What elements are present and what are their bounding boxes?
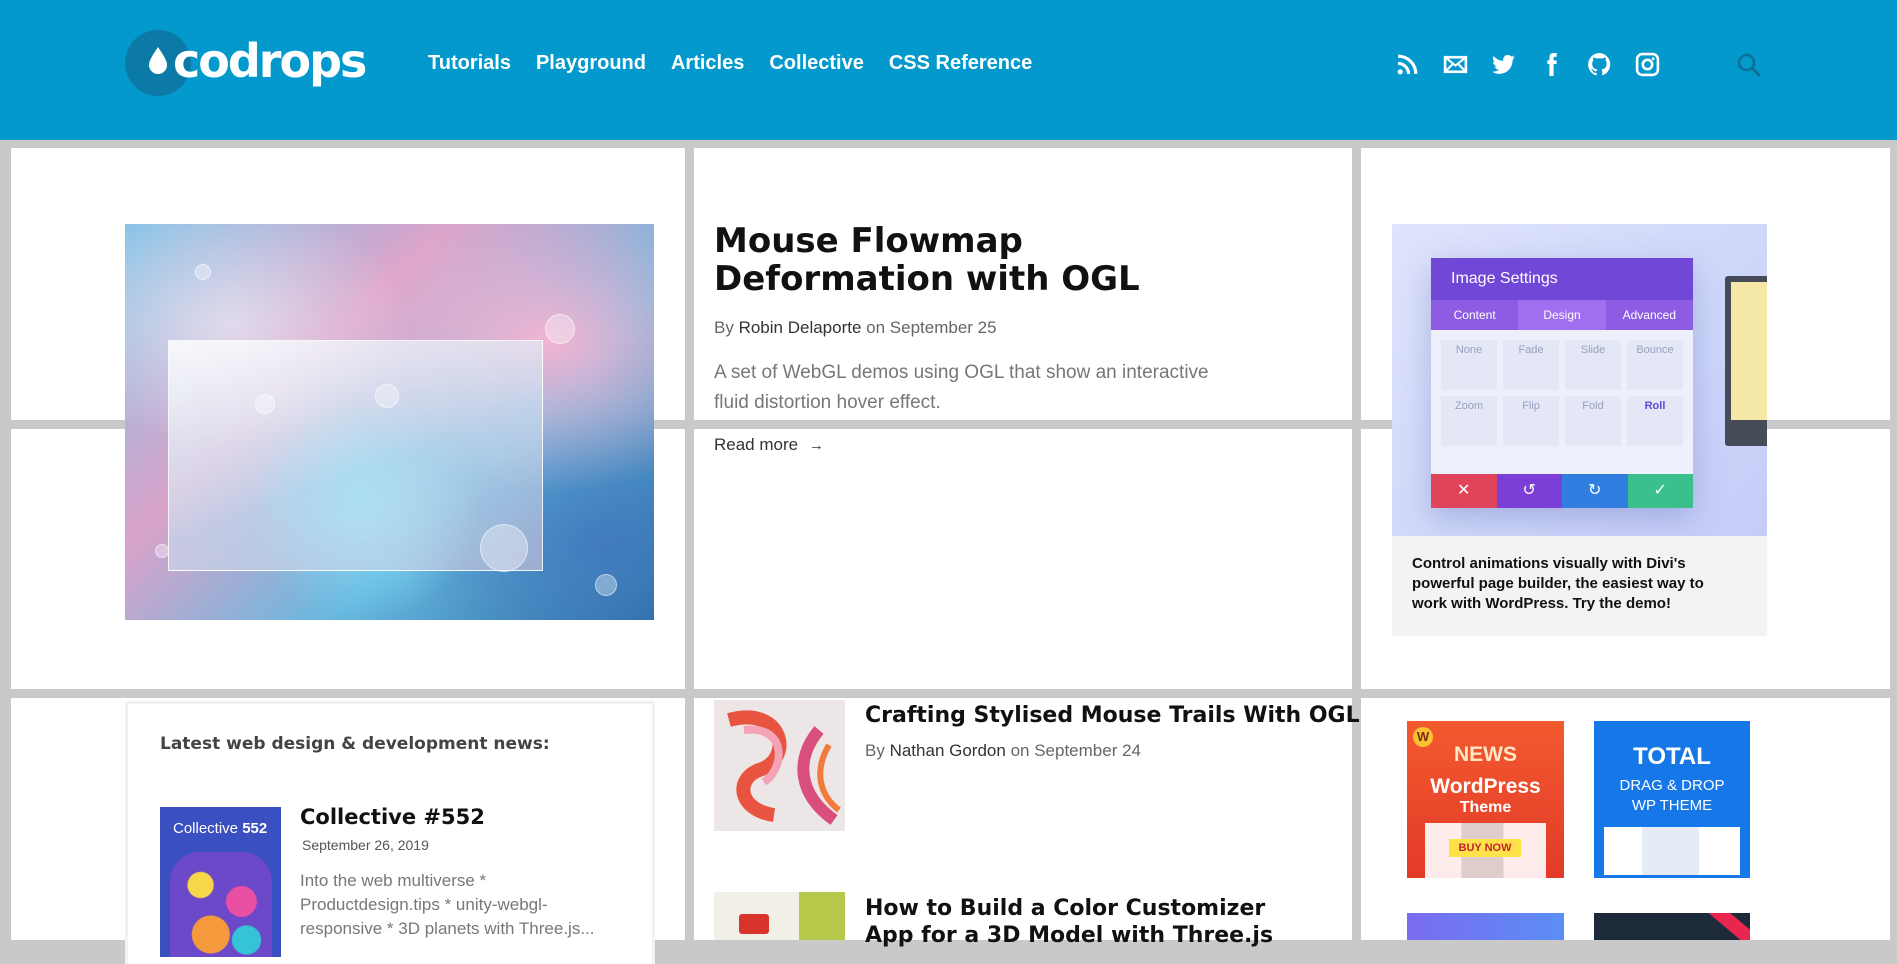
panel-title: Image Settings (1431, 258, 1693, 300)
mail-icon[interactable] (1443, 52, 1468, 77)
cell-fold: Fold (1565, 396, 1621, 446)
codrops-logo[interactable]: codrops (125, 28, 367, 98)
panel-tabs: Content Design Advanced (1431, 300, 1693, 330)
featured-article-title[interactable]: Mouse Flowmap Deformation with OGL (714, 222, 1274, 298)
monitor-graphic (1725, 276, 1767, 446)
main-nav: Tutorials Playground Articles Collective… (428, 52, 1032, 75)
github-icon[interactable] (1587, 52, 1612, 77)
divi-ad-image: Image Settings Content Design Advanced N… (1392, 224, 1767, 536)
new-badge (1702, 913, 1750, 940)
author-link[interactable]: Robin Delaporte (739, 318, 862, 337)
promo-line3: WP THEME (1631, 797, 1713, 814)
close-icon: ✕ (1431, 474, 1497, 508)
collective-badge-label: Collective (173, 820, 239, 837)
promo-partial-right[interactable] (1594, 913, 1750, 940)
collective-badge: Collective 552 (173, 820, 267, 837)
tab-advanced: Advanced (1622, 308, 1676, 322)
drop-icon (149, 47, 167, 74)
water-drop (480, 524, 528, 572)
read-more-link[interactable]: Read more → (714, 435, 824, 455)
promo-line2: WordPress (1430, 775, 1541, 798)
cell-roll: Roll (1627, 396, 1683, 446)
meta-by: By (714, 318, 734, 337)
check-icon: ✓ (1627, 474, 1693, 508)
nav-articles[interactable]: Articles (671, 52, 744, 75)
site-header: codrops Tutorials Playground Articles Co… (0, 0, 1897, 140)
cell-bounce: Bounce (1627, 340, 1683, 390)
social-links (1395, 52, 1660, 77)
tab-content: Content (1453, 308, 1496, 322)
cell-slide: Slide (1565, 340, 1621, 390)
panel-mid-middle (694, 429, 1352, 689)
post-title[interactable]: Crafting Stylised Mouse Trails With OGL (865, 703, 1360, 728)
facebook-icon[interactable] (1539, 52, 1564, 77)
mouse-trails-artwork (727, 710, 841, 825)
cell-fade: Fade (1503, 340, 1559, 390)
promo-line3: Theme (1459, 799, 1512, 816)
post-title[interactable]: How to Build a Color Customizer App for … (865, 895, 1305, 949)
promo-news-wordpress-theme[interactable]: W NEWS WordPress Theme BUY NOW (1407, 721, 1564, 878)
promo-line1: TOTAL (1633, 743, 1711, 770)
post-thumbnail[interactable] (714, 892, 845, 940)
buy-now-button: BUY NOW (1449, 839, 1521, 857)
water-drop (155, 544, 169, 558)
arrow-right-icon: → (808, 437, 824, 454)
nav-css-reference[interactable]: CSS Reference (889, 52, 1032, 75)
nav-collective[interactable]: Collective (769, 52, 863, 75)
collective-badge-number: 552 (242, 820, 268, 837)
water-drop (195, 264, 211, 280)
collective-excerpt: Into the web multiverse * Productdesign.… (300, 871, 595, 938)
water-drop (545, 314, 575, 344)
water-drop (595, 574, 617, 596)
collective-date: September 26, 2019 (302, 837, 429, 853)
collective-artwork (170, 852, 272, 957)
search-icon[interactable] (1736, 52, 1762, 78)
instagram-icon[interactable] (1635, 52, 1660, 77)
meta-date: on September 24 (1010, 741, 1141, 760)
read-more-label: Read more (714, 435, 799, 454)
post-meta: By Nathan Gordon on September 24 (865, 741, 1141, 761)
redo-icon: ↻ (1562, 474, 1628, 508)
author-link[interactable]: Nathan Gordon (890, 741, 1006, 760)
cell-none: None (1441, 340, 1497, 390)
featured-article-meta: By Robin Delaporte on September 25 (714, 318, 997, 338)
featured-article-excerpt: A set of WebGL demos using OGL that show… (714, 362, 1209, 413)
chair-graphic (739, 914, 769, 934)
cell-zoom: Zoom (1441, 396, 1497, 446)
divi-ad-card[interactable]: Image Settings Content Design Advanced N… (1392, 224, 1767, 636)
animation-grid: None Fade Slide Bounce Zoom Flip Fold Ro… (1431, 330, 1693, 456)
promo-line2: DRAG & DROP (1619, 777, 1725, 794)
promo-total-wp-theme[interactable]: TOTAL DRAG & DROP WP THEME (1594, 721, 1750, 878)
cell-flip: Flip (1503, 396, 1559, 446)
tab-design: Design (1518, 300, 1606, 330)
rss-icon[interactable] (1395, 52, 1420, 77)
collective-title[interactable]: Collective #552 (300, 805, 485, 829)
promo-screens (1604, 827, 1740, 875)
news-heading: Latest web design & development news: (160, 734, 550, 754)
divi-ad-text[interactable]: Control animations visually with Divi's … (1412, 554, 1732, 614)
promo-line1: NEWS (1454, 743, 1517, 766)
panel-actions: ✕ ↺ ↻ ✓ (1431, 474, 1693, 508)
image-settings-panel: Image Settings Content Design Advanced N… (1431, 258, 1693, 508)
water-drop (255, 394, 275, 414)
collective-thumbnail[interactable]: Collective 552 (160, 807, 281, 957)
nav-tutorials[interactable]: Tutorials (428, 52, 511, 75)
post-thumbnail[interactable] (714, 700, 845, 831)
featured-article-image[interactable] (125, 224, 654, 620)
nav-playground[interactable]: Playground (536, 52, 646, 75)
twitter-icon[interactable] (1491, 52, 1516, 77)
undo-icon: ↺ (1496, 474, 1562, 508)
meta-by: By (865, 741, 885, 760)
water-drop (375, 384, 399, 408)
meta-date: on September 25 (866, 318, 997, 337)
logo-text: codrops (173, 34, 367, 88)
promo-partial-left[interactable] (1407, 913, 1564, 940)
